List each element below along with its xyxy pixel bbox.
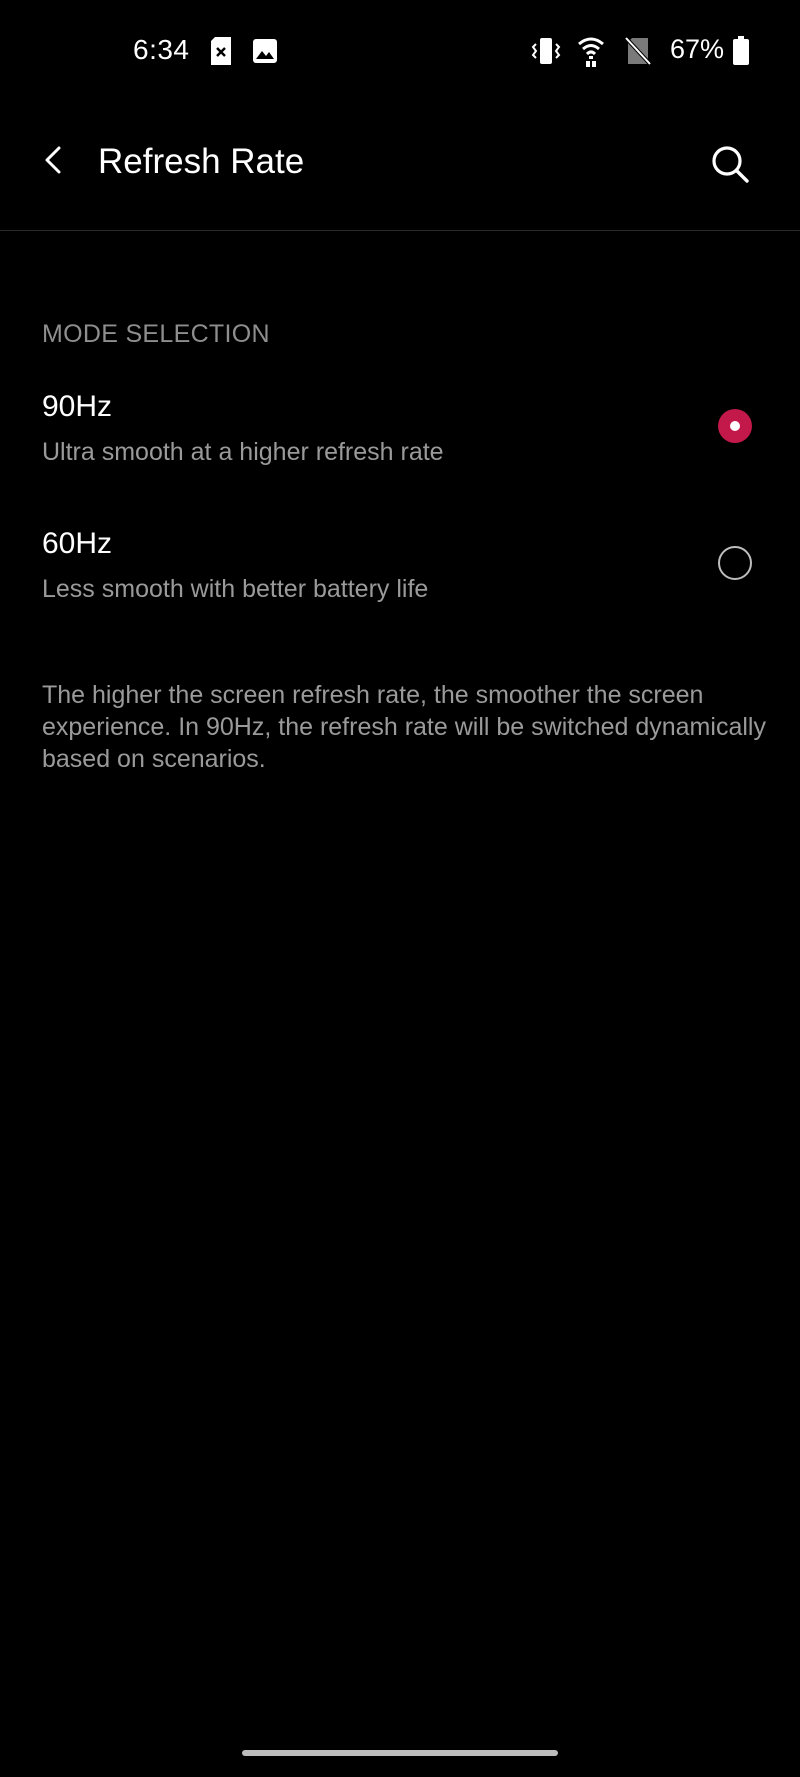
battery-percent: 67% bbox=[670, 34, 725, 64]
option-title: 90Hz bbox=[42, 390, 113, 423]
section-header: MODE SELECTION bbox=[42, 320, 270, 348]
vibrate-icon bbox=[531, 36, 561, 66]
app-bar-divider bbox=[0, 230, 800, 231]
home-indicator[interactable] bbox=[242, 1750, 558, 1756]
image-icon bbox=[252, 38, 278, 68]
status-time: 6:34 bbox=[133, 34, 190, 65]
sim-card-icon bbox=[209, 36, 233, 66]
search-button[interactable] bbox=[706, 140, 754, 188]
radio-90hz[interactable] bbox=[718, 409, 752, 443]
option-title: 60Hz bbox=[42, 527, 113, 560]
search-icon bbox=[712, 146, 749, 183]
back-button[interactable] bbox=[30, 136, 78, 184]
option-subtitle: Ultra smooth at a higher refresh rate bbox=[42, 438, 444, 466]
radio-60hz[interactable] bbox=[718, 546, 752, 580]
app-bar: Refresh Rate bbox=[0, 104, 800, 230]
page-title: Refresh Rate bbox=[98, 142, 305, 181]
radio-selected-dot bbox=[730, 421, 740, 431]
back-arrow-icon bbox=[45, 146, 61, 174]
no-sim-icon bbox=[624, 36, 652, 66]
refresh-rate-description: The higher the screen refresh rate, the … bbox=[42, 681, 766, 773]
status-bar: 6:34 67% bbox=[0, 0, 800, 100]
option-60hz[interactable]: 60Hz Less smooth with better battery lif… bbox=[0, 511, 800, 641]
battery-icon bbox=[732, 36, 750, 66]
option-subtitle: Less smooth with better battery life bbox=[42, 575, 429, 603]
wifi-icon bbox=[577, 36, 605, 67]
option-90hz[interactable]: 90Hz Ultra smooth at a higher refresh ra… bbox=[0, 374, 800, 504]
